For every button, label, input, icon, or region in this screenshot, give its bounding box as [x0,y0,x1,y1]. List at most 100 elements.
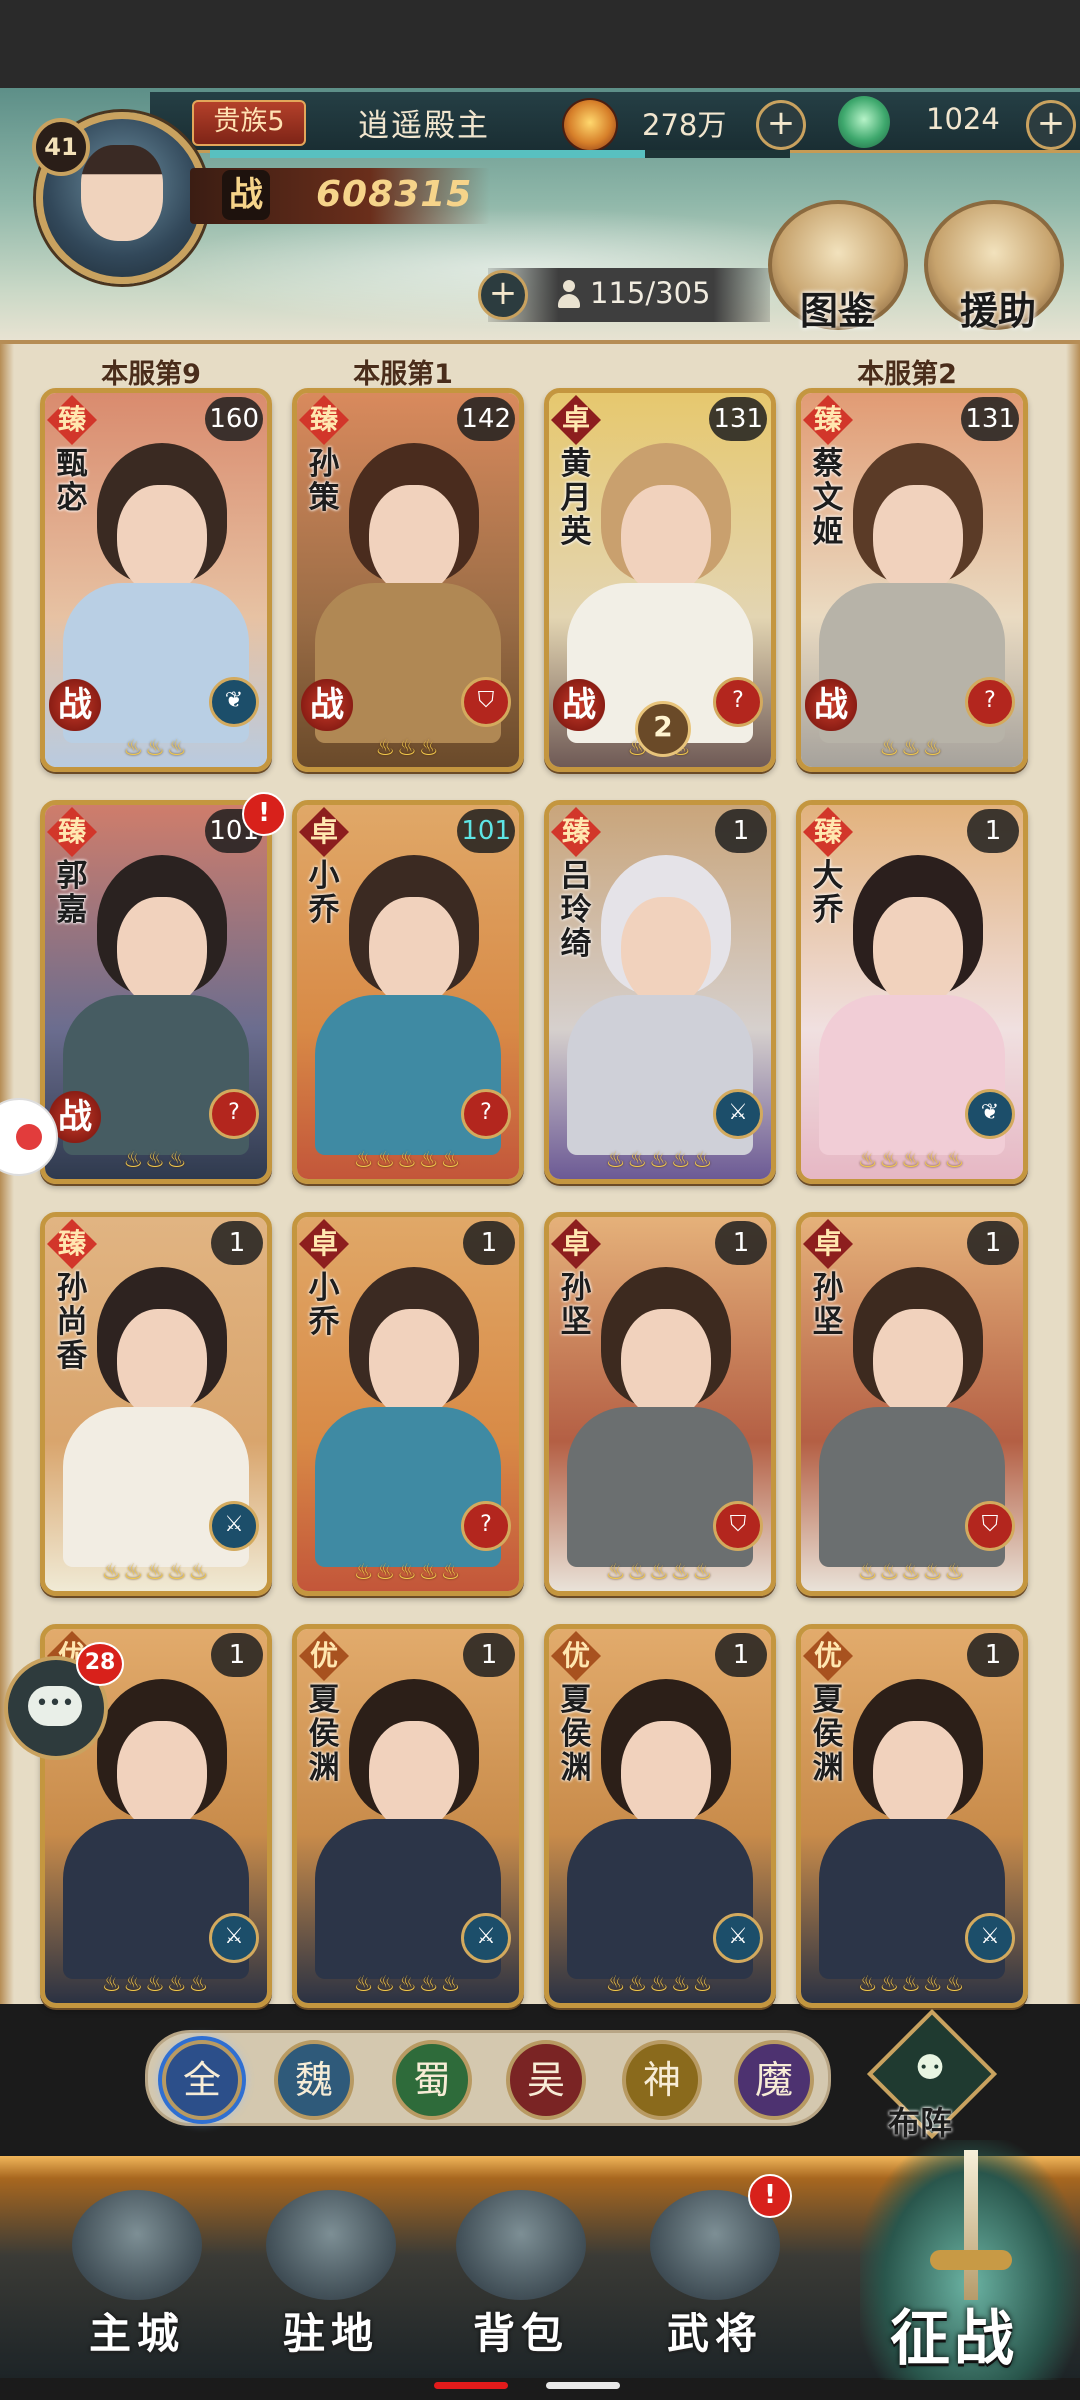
garrison-icon [266,2190,396,2300]
awaken-flames: ♨♨♨♨♨ [605,1560,715,1585]
hero-face [369,1721,459,1831]
strategist-class-icon: ? [965,677,1015,727]
hero-level: 1 [211,1221,263,1265]
awaken-flames: ♨♨♨♨♨ [353,1148,463,1173]
awaken-flames: ♨♨♨♨♨ [101,1972,211,1997]
awaken-flames: ♨♨♨♨♨ [857,1560,967,1585]
hero-card[interactable]: 臻 131 蔡文姬 战 ? ♨♨♨ [796,388,1028,772]
expand-capacity-button[interactable]: + [478,270,528,320]
hero-card[interactable]: 臻 160 甄宓 战 ❦ ♨♨♨ [40,388,272,772]
hero-name: 夏侯渊 [308,1682,340,1786]
chat-unread-badge: 28 [76,1642,124,1686]
hero-level: 1 [715,809,767,853]
hero-level: 1 [211,1633,263,1677]
hero-card[interactable]: 卓 1 小乔 ? ♨♨♨♨♨ [292,1212,524,1596]
faction-filter[interactable]: 魏 [274,2040,354,2120]
faction-filter[interactable]: 魔 [734,2040,814,2120]
nav-item[interactable]: 主城 [62,2180,212,2360]
roster-capacity-text: 115/305 [590,276,711,310]
conquer-button[interactable]: 征战 [860,2140,1080,2380]
hero-face [621,1721,711,1831]
combat-power-icon: 战 [222,170,270,220]
faction-filter[interactable]: 吴 [506,2040,586,2120]
strategist-class-icon: ? [461,1089,511,1139]
awaken-flames: ♨♨♨♨♨ [353,1560,463,1585]
hero-card[interactable]: 优 1 夏侯渊 ⚔ ♨♨♨♨♨ [544,1624,776,2008]
hero-face [369,485,459,595]
awaken-flames: ♨♨♨ [879,736,945,761]
hero-level: 131 [961,397,1019,441]
hero-card[interactable]: 卓 1 孙坚 ⛉ ♨♨♨♨♨ [544,1212,776,1596]
nav-item[interactable]: 背包 [446,2180,596,2360]
hero-level: 160 [205,397,263,441]
nav-item[interactable]: 武将 ! [640,2174,792,2360]
hero-name: 夏侯渊 [812,1682,844,1786]
faction-filter[interactable]: 蜀 [392,2040,472,2120]
awaken-flames: ♨♨♨♨♨ [857,1148,967,1173]
hero-level: 1 [967,1633,1019,1677]
hero-name: 黄月英 [560,446,592,550]
battle-tag: 战 [301,679,353,731]
awaken-flames: ♨♨♨ [375,736,441,761]
server-rank-label: 本服第2 [857,359,957,390]
blade-class-icon: ⚔ [461,1913,511,1963]
hero-face [117,1309,207,1419]
formation-icon: ⚉ [914,2048,946,2088]
sword-guard [930,2250,1012,2270]
experience-bar [210,150,790,158]
nav-item[interactable]: 驻地 [256,2180,406,2360]
hero-level: 1 [967,809,1019,853]
support-class-icon: ❦ [965,1089,1015,1139]
faction-filter[interactable]: 神 [622,2040,702,2120]
hero-name: 郭嘉 [56,858,88,928]
hero-name: 孙坚 [812,1270,844,1340]
hero-face [873,897,963,1007]
hero-card[interactable]: 臻 142 孙策 战 ⛉ ♨♨♨ [292,388,524,772]
support-class-icon: ❦ [209,677,259,727]
hero-card[interactable]: 臻 1 大乔 ❦ ♨♨♨♨♨ [796,800,1028,1184]
hero-name: 吕玲绮 [560,858,592,962]
add-jade-button[interactable]: + [1026,100,1076,150]
nav-alert-badge: ! [748,2174,792,2218]
hero-face [873,1721,963,1831]
backpack-icon [456,2190,586,2300]
blade-class-icon: ⚔ [713,1913,763,1963]
blade-class-icon: ⚔ [713,1089,763,1139]
combat-power-value: 608315 [316,174,473,215]
hero-face [621,1309,711,1419]
experience-bar-fill [210,150,645,158]
hero-card[interactable]: 臻 1 吕玲绮 ⚔ ♨♨♨♨♨ [544,800,776,1184]
hero-card[interactable]: 优 1 夏侯渊 ⚔ ♨♨♨♨♨ [292,1624,524,2008]
noble-rank-badge[interactable]: 贵族5 [192,100,306,146]
shield-class-icon: ⛉ [461,677,511,727]
hero-level: 1 [463,1633,515,1677]
strategist-class-icon: ? [461,1501,511,1551]
hero-name: 孙策 [308,446,340,516]
hero-name: 蔡文姬 [812,446,844,550]
awaken-flames: ♨♨♨ [123,736,189,761]
hero-face [369,897,459,1007]
hero-card[interactable]: 卓 131 黄月英 战 ? ♨♨♨ 2 [544,388,776,772]
hero-card[interactable]: 臻 1 孙尚香 ⚔ ♨♨♨♨♨ [40,1212,272,1596]
codex-label: 图鉴 [800,289,877,333]
awaken-flames: ♨♨♨ [123,1148,189,1173]
battle-tag: 战 [49,679,101,731]
person-icon [556,280,582,310]
shield-class-icon: ⛉ [713,1501,763,1551]
hero-card[interactable]: 卓 1 孙坚 ⛉ ♨♨♨♨♨ [796,1212,1028,1596]
hero-face [117,485,207,595]
server-rank-label: 本服第1 [353,359,453,390]
hero-name: 小乔 [308,858,340,928]
nav-label: 背包 [472,2309,569,2358]
add-coins-button[interactable]: + [756,100,806,150]
awaken-flames: ♨♨♨♨♨ [605,1148,715,1173]
awaken-flames: ♨♨♨♨♨ [353,1972,463,1997]
hero-card[interactable]: 卓 101 小乔 ? ♨♨♨♨♨ [292,800,524,1184]
faction-filter[interactable]: 全 [162,2040,242,2120]
sword-icon [964,2150,978,2300]
hero-card[interactable]: 臻 101 郭嘉 战 ? ♨♨♨ [40,800,272,1184]
hero-card[interactable]: 优 1 夏侯渊 ⚔ ♨♨♨♨♨ [796,1624,1028,2008]
hero-name: 甄宓 [56,446,88,516]
jade-value: 1024 [926,102,1000,136]
server-rank-label: 本服第9 [101,359,201,390]
